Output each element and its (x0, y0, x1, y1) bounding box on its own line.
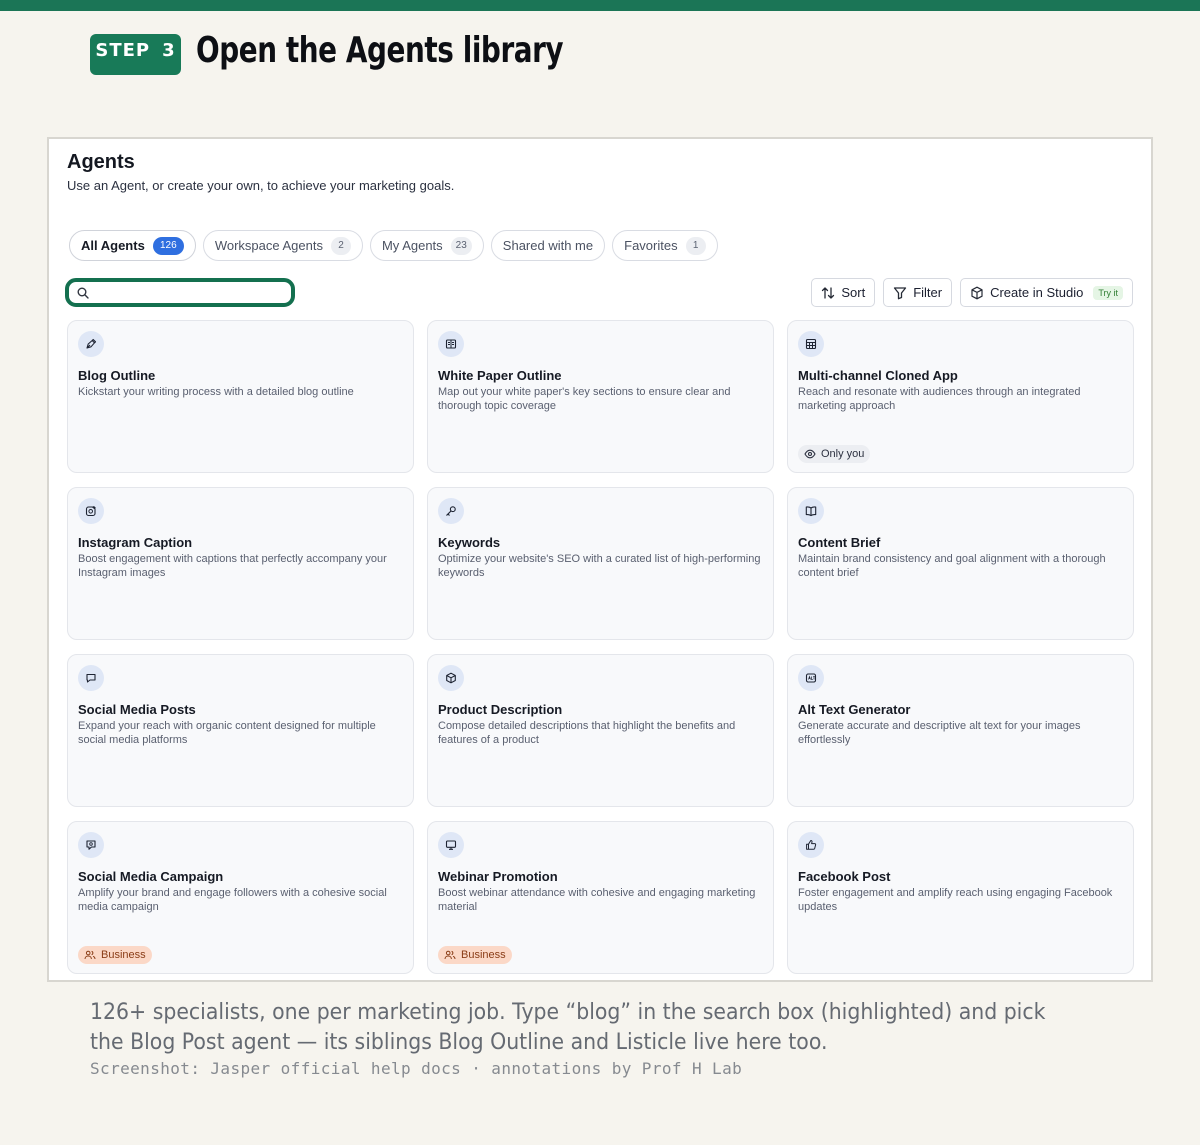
badge-label: Business (461, 949, 506, 961)
agent-card-white-paper-outline[interactable]: White Paper Outline Map out your white p… (427, 320, 774, 473)
tab-workspace-agents[interactable]: Workspace Agents 2 (202, 230, 363, 261)
chat-bubble-icon (78, 665, 104, 691)
card-title: Blog Outline (78, 368, 156, 383)
tab-label: Shared with me (502, 238, 594, 253)
campaign-bubble-icon (78, 832, 104, 858)
book-open-icon (798, 498, 824, 524)
tab-count: 23 (450, 236, 472, 255)
users-icon (84, 950, 96, 960)
pen-nib-icon (78, 331, 104, 357)
tab-favorites[interactable]: Favorites 1 (612, 230, 718, 261)
page-title: Agents (67, 151, 135, 173)
toolbar: Sort Filter Create in Studio Try it (811, 278, 1133, 307)
card-title: Instagram Caption (78, 535, 193, 550)
box-icon (438, 665, 464, 691)
badge-label: Business (101, 949, 146, 961)
agent-card-content-brief[interactable]: Content Brief Maintain brand consistency… (787, 487, 1134, 640)
card-description: Maintain brand consistency and goal alig… (798, 553, 1106, 579)
tab-label: Workspace Agents (214, 238, 323, 253)
visibility-badge: Only you (798, 445, 871, 463)
card-title: Content Brief (798, 535, 881, 550)
try-it-badge: Try it (1093, 285, 1123, 300)
search-icon (77, 287, 89, 299)
card-title: Multi-channel Cloned App (798, 368, 958, 383)
tab-count: 2 (330, 236, 351, 255)
step-label: STEP (95, 40, 151, 61)
caption-text: 126+ specialists, one per marketing job.… (90, 1000, 1046, 1055)
search-box[interactable] (65, 278, 295, 307)
tab-count: 126 (152, 236, 184, 255)
eye-icon (804, 449, 816, 459)
agent-card-facebook-post[interactable]: Facebook Post Foster engagement and ampl… (787, 821, 1134, 974)
card-description: Boost engagement with captions that perf… (78, 553, 387, 579)
top-accent-bar (0, 0, 1200, 11)
card-description: Compose detailed descriptions that highl… (438, 720, 736, 746)
agent-card-instagram-caption[interactable]: Instagram Caption Boost engagement with … (67, 487, 414, 640)
filter-button[interactable]: Filter (883, 278, 953, 307)
agent-card-social-media-posts[interactable]: Social Media Posts Expand your reach wit… (67, 654, 414, 807)
tab-label: Favorites (624, 238, 678, 253)
sort-button[interactable]: Sort (811, 278, 876, 307)
card-description: Boost webinar attendance with cohesive a… (438, 887, 756, 913)
filter-label: Filter (913, 285, 943, 300)
card-description: Expand your reach with organic content d… (78, 720, 376, 746)
card-title: Social Media Posts (78, 702, 196, 717)
page-subtitle: Use an Agent, or create your own, to ach… (67, 178, 455, 193)
agent-card-alt-text-generator[interactable]: Alt Text Generator Generate accurate and… (787, 654, 1134, 807)
cube-icon (970, 286, 984, 300)
agent-card-keywords[interactable]: Keywords Optimize your website's SEO wit… (427, 487, 774, 640)
thumbs-up-icon (798, 832, 824, 858)
agent-tabs: All Agents 126 Workspace Agents 2 My Age… (69, 230, 718, 261)
step-badge: STEP 3 (90, 34, 181, 75)
step-number: 3 (162, 40, 176, 61)
tab-my-agents[interactable]: My Agents 23 (369, 230, 484, 261)
card-description: Map out your white paper's key sections … (438, 386, 731, 412)
monitor-icon (438, 832, 464, 858)
newspaper-icon (438, 331, 464, 357)
card-title: Alt Text Generator (798, 702, 911, 717)
tab-all-agents[interactable]: All Agents 126 (69, 230, 196, 261)
card-title: White Paper Outline (438, 368, 562, 383)
create-in-studio-button[interactable]: Create in Studio Try it (960, 278, 1133, 307)
agent-grid: Blog Outline Kickstart your writing proc… (67, 320, 1134, 974)
card-description: Kickstart your writing process with a de… (78, 386, 354, 398)
agent-card-product-description[interactable]: Product Description Compose detailed des… (427, 654, 774, 807)
agent-card-webinar-promotion[interactable]: Webinar Promotion Boost webinar attendan… (427, 821, 774, 974)
card-title: Facebook Post (798, 869, 891, 884)
tab-count: 1 (685, 236, 706, 255)
card-description: Optimize your website's SEO with a curat… (438, 553, 761, 579)
card-title: Product Description (438, 702, 563, 717)
business-badge: Business (438, 946, 512, 964)
tab-label: All Agents (81, 238, 145, 253)
instagram-image-icon (78, 498, 104, 524)
agents-screenshot: Agents Use an Agent, or create your own,… (47, 137, 1153, 982)
card-description: Reach and resonate with audiences throug… (798, 386, 1081, 412)
credit-text: Screenshot: Jasper official help docs · … (90, 1059, 743, 1078)
search-input[interactable] (95, 285, 275, 300)
agent-card-social-media-campaign[interactable]: Social Media Campaign Amplify your brand… (67, 821, 414, 974)
filter-icon (893, 286, 907, 300)
sort-icon (821, 286, 835, 300)
card-title: Webinar Promotion (438, 869, 558, 884)
alt-text-icon (798, 665, 824, 691)
step-title: Open the Agents library (196, 30, 564, 71)
business-badge: Business (78, 946, 152, 964)
create-label: Create in Studio (990, 285, 1084, 300)
users-icon (444, 950, 456, 960)
sort-label: Sort (841, 285, 866, 300)
tab-shared-with-me[interactable]: Shared with me (490, 230, 606, 261)
card-description: Amplify your brand and engage followers … (78, 887, 387, 913)
card-description: Foster engagement and amplify reach usin… (798, 887, 1113, 913)
agent-card-multi-channel-cloned-app[interactable]: Multi-channel Cloned App Reach and reson… (787, 320, 1134, 473)
agent-card-blog-outline[interactable]: Blog Outline Kickstart your writing proc… (67, 320, 414, 473)
badge-label: Only you (821, 448, 865, 460)
grid-table-icon (798, 331, 824, 357)
card-title: Social Media Campaign (78, 869, 224, 884)
tab-label: My Agents (381, 238, 443, 253)
card-title: Keywords (438, 535, 501, 550)
card-description: Generate accurate and descriptive alt te… (798, 720, 1081, 746)
key-icon (438, 498, 464, 524)
